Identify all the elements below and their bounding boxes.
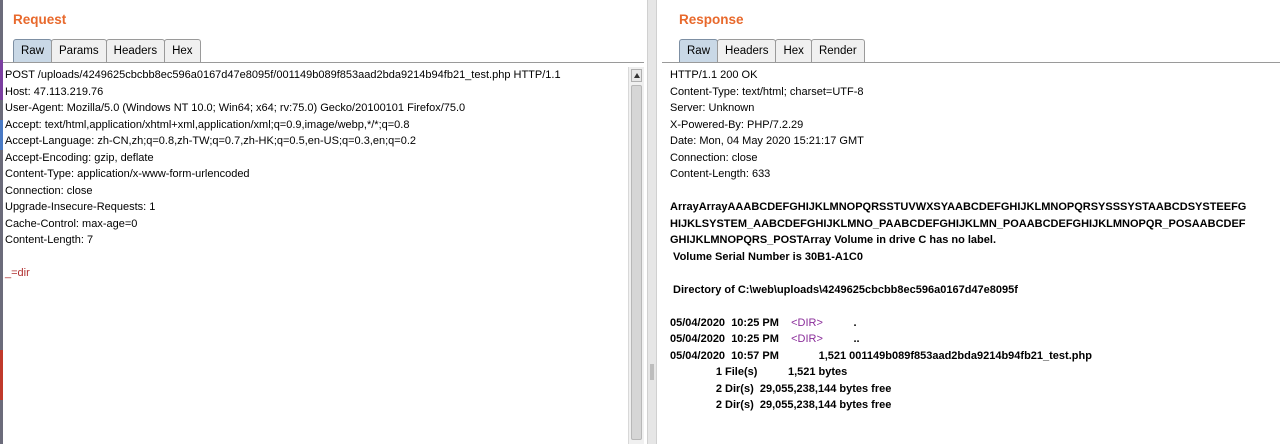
dir-entry: 05/04/2020 10:25 PM <DIR> .. [670,333,860,345]
summary-line: 2 Dir(s) 29,055,238,144 bytes free [670,382,892,395]
response-tab-raw[interactable]: Raw [679,39,719,62]
response-body-line: ArrayArrayAAABCDEFGHIJKLMNOPQRSSTUVWXSYA… [670,201,1247,213]
request-title: Request [13,12,67,27]
response-header: Content-Type: text/html; charset=UTF-8 [670,85,864,98]
dir-entry: 05/04/2020 10:25 PM <DIR> . [670,316,857,329]
request-header: Cache-Control: max-age=0 [5,217,138,230]
request-editor[interactable]: POST /uploads/4249625cbcbb8ec596a0167d47… [5,67,625,282]
panel-splitter[interactable] [644,0,662,444]
request-header: Accept-Language: zh-CN,zh;q=0.8,zh-TW;q=… [5,135,417,147]
request-tab-hex[interactable]: Hex [164,39,201,62]
request-header: Host: 47.113.219.76 [5,85,104,98]
request-header: Content-Length: 7 [5,234,94,246]
response-status: HTTP/1.1 200 OK [670,69,758,81]
scroll-up-arrow-icon[interactable] [631,69,642,82]
request-tab-params[interactable]: Params [51,39,107,62]
response-tab-headers[interactable]: Headers [717,39,777,62]
request-header: Connection: close [5,184,93,197]
splitter-grip-icon[interactable] [650,364,654,380]
response-header: Connection: close [670,151,758,164]
response-header: Content-Length: 633 [670,168,771,180]
response-header: Server: Unknown [670,102,755,114]
response-body-line: GHIJKLMNOPQRS_POSTArray Volume in drive … [670,234,996,246]
response-panel: Response Raw Headers Hex Render HTTP/1.1… [662,0,1280,444]
dir-tag: <DIR> [791,333,823,345]
response-body-line: HIJKLSYSTEM_AABCDEFGHIJKLMNO_PAABCDEFGHI… [670,217,1246,230]
response-tab-hex[interactable]: Hex [775,39,812,62]
request-tab-headers[interactable]: Headers [105,39,166,62]
request-tabs: Raw Params Headers Hex [13,39,201,62]
request-header: Upgrade-Insecure-Requests: 1 [5,201,156,213]
scroll-thumb[interactable] [631,85,642,440]
request-header: Accept-Encoding: gzip, deflate [5,151,154,164]
request-header: Accept: text/html,application/xhtml+xml,… [5,118,410,131]
request-scrollbar[interactable] [628,67,644,444]
request-body: _=dir [5,267,30,279]
summary-line: 1 File(s) 1,521 bytes [670,366,848,378]
response-title: Response [679,12,744,27]
request-panel: Request Raw Params Headers Hex POST /upl… [3,0,644,444]
response-tabs: Raw Headers Hex Render [679,39,865,62]
summary-line: 2 Dir(s) 29,055,238,144 bytes free [670,399,892,411]
response-header: X-Powered-By: PHP/7.2.29 [670,118,804,131]
request-tab-raw[interactable]: Raw [13,39,53,62]
request-header: User-Agent: Mozilla/5.0 (Windows NT 10.0… [5,102,466,114]
response-tab-render[interactable]: Render [810,39,865,62]
request-line: POST /uploads/4249625cbcbb8ec596a0167d47… [5,69,561,81]
dir-tag: <DIR> [791,316,823,329]
response-header: Date: Mon, 04 May 2020 15:21:17 GMT [670,135,864,147]
response-viewer[interactable]: HTTP/1.1 200 OK Content-Type: text/html; … [670,67,1275,414]
request-header: Content-Type: application/x-www-form-url… [5,168,250,180]
response-body-line: Directory of C:\web\uploads\4249625cbcbb… [670,283,1018,296]
file-entry: 05/04/2020 10:57 PM 1,521 001149b089f853… [670,349,1092,362]
response-body-line: Volume Serial Number is 30B1-A1C0 [670,250,863,263]
